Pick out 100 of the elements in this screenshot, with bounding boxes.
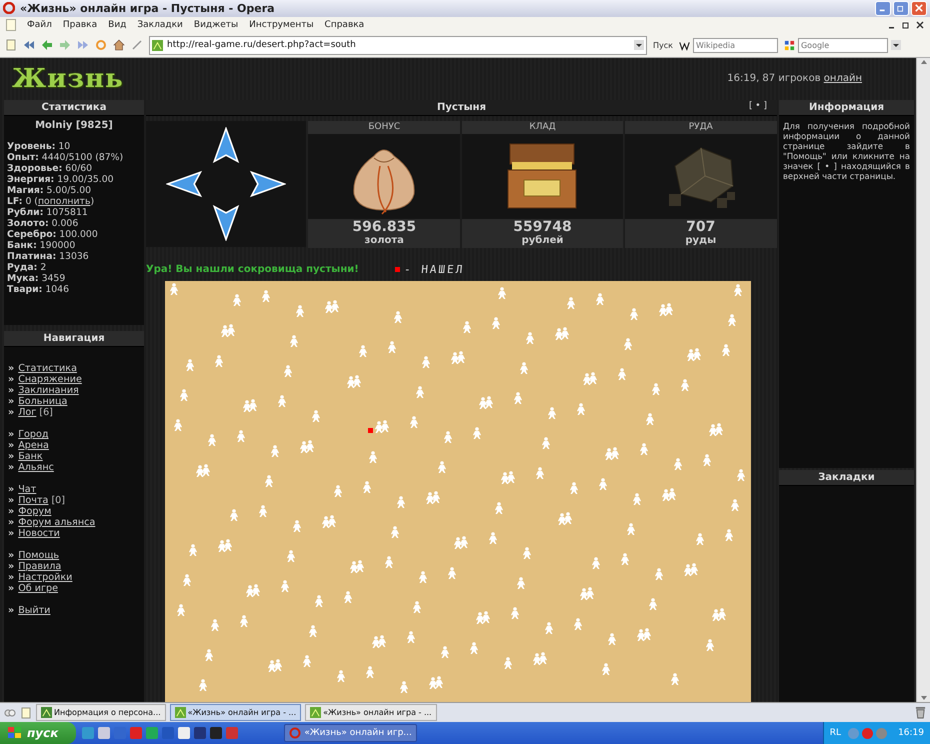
menu-item[interactable]: Вид bbox=[108, 20, 126, 30]
person-icon[interactable] bbox=[437, 460, 447, 473]
nav-link[interactable]: Альянс bbox=[18, 462, 54, 473]
person-icon[interactable] bbox=[229, 508, 239, 521]
panel-toggle-icon[interactable] bbox=[4, 706, 16, 719]
person-icon[interactable] bbox=[491, 316, 501, 329]
person-icon[interactable] bbox=[431, 490, 441, 503]
person-icon[interactable] bbox=[484, 396, 494, 408]
person-icon[interactable] bbox=[412, 600, 422, 613]
person-icon[interactable] bbox=[261, 290, 271, 302]
person-icon[interactable] bbox=[610, 446, 620, 459]
person-icon[interactable] bbox=[214, 354, 224, 367]
close-button[interactable] bbox=[911, 0, 927, 16]
person-icon[interactable] bbox=[670, 672, 680, 685]
nav-link[interactable]: Арена bbox=[18, 440, 49, 451]
person-icon[interactable] bbox=[217, 540, 227, 552]
menu-item[interactable]: Закладки bbox=[137, 20, 183, 30]
new-page-icon[interactable] bbox=[5, 39, 17, 52]
scroll-down-icon[interactable] bbox=[920, 694, 928, 702]
person-icon[interactable] bbox=[327, 514, 337, 527]
help-button[interactable]: [ • ] bbox=[748, 100, 767, 111]
person-icon[interactable] bbox=[362, 480, 372, 493]
person-icon[interactable] bbox=[658, 304, 668, 316]
person-icon[interactable] bbox=[185, 358, 195, 371]
person-icon[interactable] bbox=[179, 388, 189, 401]
person-icon[interactable] bbox=[623, 338, 633, 350]
person-icon[interactable] bbox=[418, 570, 428, 583]
person-icon[interactable] bbox=[576, 402, 586, 415]
person-icon[interactable] bbox=[289, 334, 299, 347]
person-icon[interactable] bbox=[292, 520, 302, 532]
person-icon[interactable] bbox=[469, 642, 479, 654]
person-icon[interactable] bbox=[201, 464, 211, 476]
person-icon[interactable] bbox=[497, 286, 507, 299]
person-icon[interactable] bbox=[500, 472, 510, 484]
person-icon[interactable] bbox=[286, 550, 296, 562]
person-icon[interactable] bbox=[620, 552, 630, 565]
person-icon[interactable] bbox=[607, 632, 617, 645]
person-icon[interactable] bbox=[277, 394, 287, 407]
up-arrow-button[interactable] bbox=[211, 126, 241, 163]
person-icon[interactable] bbox=[692, 348, 702, 360]
person-icon[interactable] bbox=[598, 478, 608, 490]
person-icon[interactable] bbox=[207, 434, 217, 446]
person-icon[interactable] bbox=[714, 422, 724, 435]
person-icon[interactable] bbox=[295, 304, 305, 317]
restore-button[interactable] bbox=[893, 0, 909, 16]
person-icon[interactable] bbox=[582, 372, 592, 385]
person-icon[interactable] bbox=[667, 488, 677, 500]
person-icon[interactable] bbox=[396, 496, 406, 508]
person-icon[interactable] bbox=[302, 654, 312, 667]
person-icon[interactable] bbox=[453, 536, 463, 549]
person-icon[interactable] bbox=[251, 584, 261, 596]
close-icon[interactable] bbox=[916, 21, 924, 30]
quick-launch-icon[interactable] bbox=[210, 727, 222, 739]
person-icon[interactable] bbox=[434, 676, 444, 688]
person-icon[interactable] bbox=[365, 666, 375, 678]
person-icon[interactable] bbox=[733, 284, 743, 296]
person-icon[interactable] bbox=[210, 618, 220, 631]
person-icon[interactable] bbox=[664, 302, 674, 315]
person-icon[interactable] bbox=[730, 498, 740, 511]
person-icon[interactable] bbox=[632, 492, 642, 505]
nav-link[interactable]: Помощь bbox=[18, 550, 60, 561]
quick-launch-icon[interactable] bbox=[178, 727, 190, 739]
person-icon[interactable] bbox=[503, 656, 513, 669]
taskbar-window-button[interactable]: «Жизнь» онлайн игр... bbox=[284, 724, 417, 742]
tray-icon[interactable] bbox=[848, 728, 860, 738]
person-icon[interactable] bbox=[336, 670, 346, 682]
person-icon[interactable] bbox=[330, 300, 340, 312]
person-icon[interactable] bbox=[299, 440, 309, 453]
person-icon[interactable] bbox=[390, 526, 400, 538]
quick-launch-icon[interactable] bbox=[98, 727, 110, 739]
person-icon[interactable] bbox=[308, 624, 318, 637]
person-icon[interactable] bbox=[695, 532, 705, 545]
person-icon[interactable] bbox=[472, 426, 482, 439]
person-icon[interactable] bbox=[478, 396, 488, 409]
person-icon[interactable] bbox=[689, 562, 699, 575]
person-icon[interactable] bbox=[506, 470, 516, 483]
person-icon[interactable] bbox=[377, 634, 387, 647]
person-icon[interactable] bbox=[399, 680, 409, 693]
person-icon[interactable] bbox=[273, 658, 283, 671]
person-icon[interactable] bbox=[349, 560, 359, 573]
nav-link[interactable]: Город bbox=[18, 428, 49, 440]
person-icon[interactable] bbox=[557, 512, 567, 525]
person-icon[interactable] bbox=[188, 544, 198, 556]
person-icon[interactable] bbox=[239, 614, 249, 627]
person-icon[interactable] bbox=[384, 556, 394, 568]
scrollbar[interactable] bbox=[916, 58, 930, 702]
person-icon[interactable] bbox=[680, 378, 690, 391]
nav-link[interactable]: Форум bbox=[18, 506, 52, 517]
person-icon[interactable] bbox=[544, 622, 554, 634]
person-icon[interactable] bbox=[541, 436, 551, 449]
person-icon[interactable] bbox=[387, 340, 397, 353]
forward-icon[interactable] bbox=[59, 39, 71, 52]
person-icon[interactable] bbox=[311, 410, 321, 422]
person-icon[interactable] bbox=[651, 382, 661, 395]
person-icon[interactable] bbox=[488, 532, 498, 544]
person-icon[interactable] bbox=[358, 344, 368, 357]
person-icon[interactable] bbox=[639, 442, 649, 455]
wikipedia-search-field[interactable]: Wikipedia bbox=[692, 38, 778, 53]
person-icon[interactable] bbox=[532, 652, 542, 665]
person-icon[interactable] bbox=[708, 424, 718, 436]
